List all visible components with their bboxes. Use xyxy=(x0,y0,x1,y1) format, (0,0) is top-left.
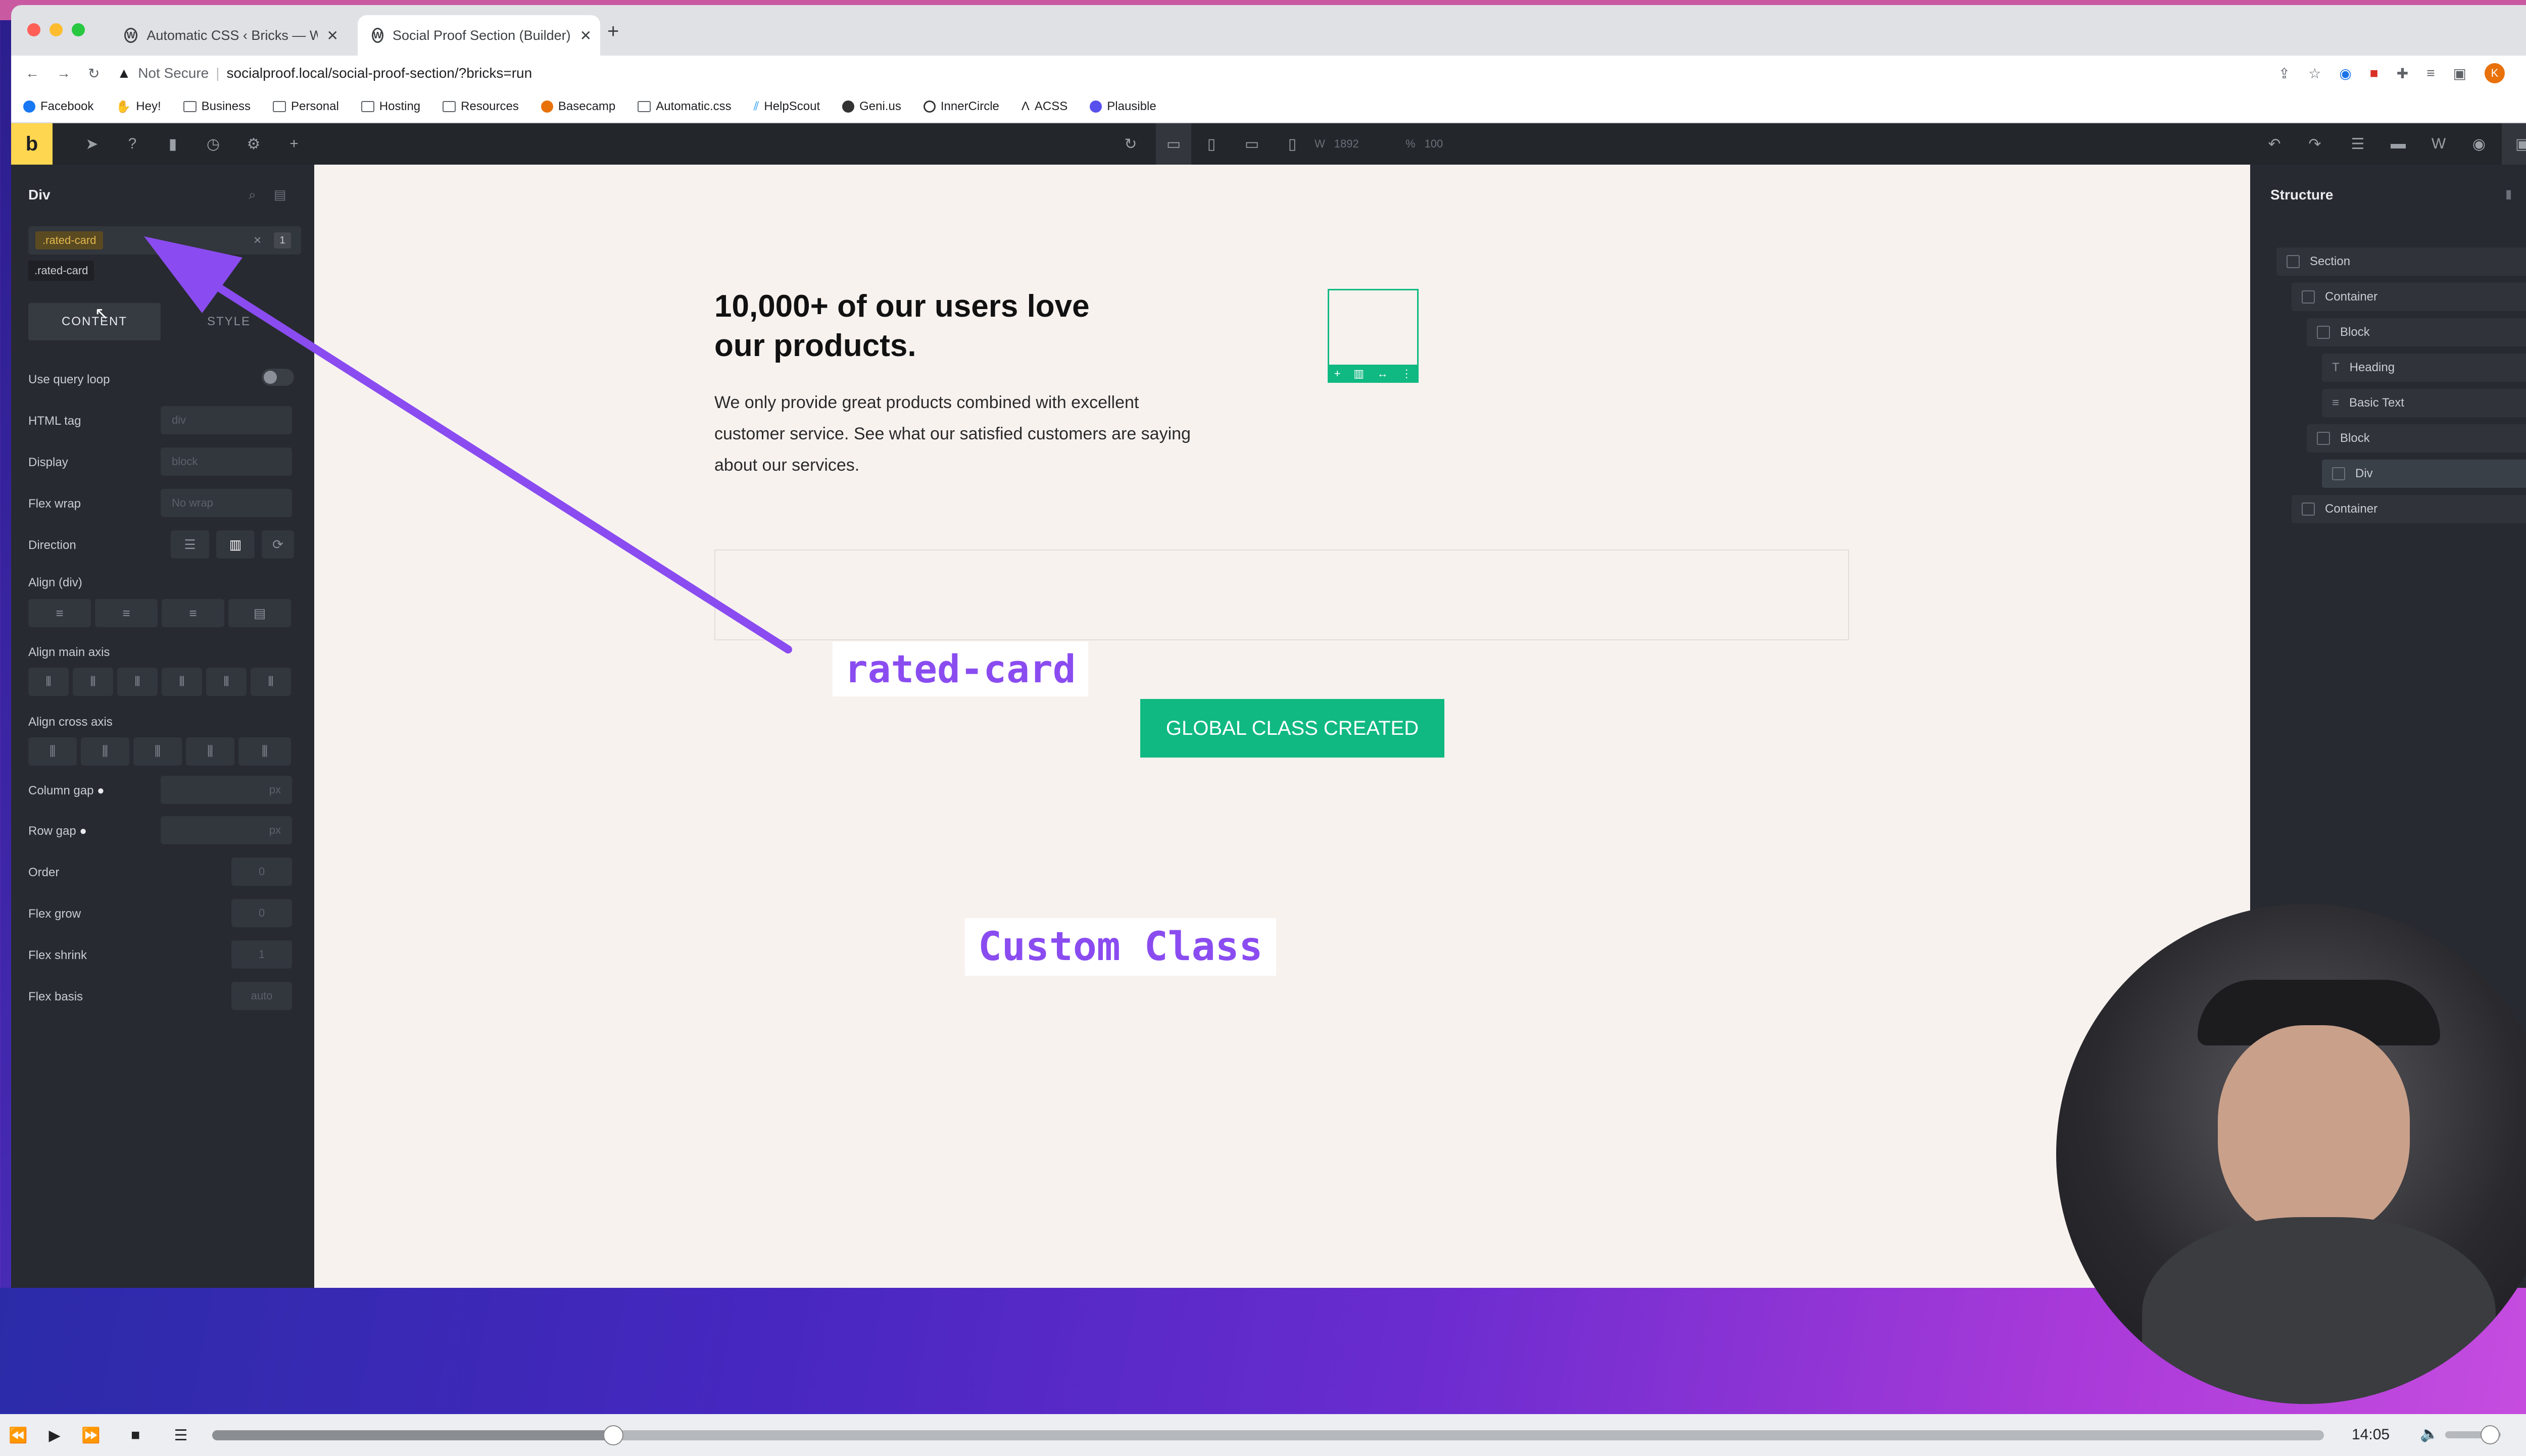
fast-forward-icon[interactable]: ⏩ xyxy=(77,1421,105,1449)
progress-knob[interactable] xyxy=(603,1425,624,1445)
arrow-shaft xyxy=(196,271,792,654)
person-face xyxy=(2218,1025,2410,1237)
volume-knob[interactable] xyxy=(2481,1425,2500,1444)
progress-track[interactable] xyxy=(212,1425,2324,1445)
arrow-head xyxy=(144,236,242,313)
play-icon[interactable]: ▶ xyxy=(40,1421,69,1449)
progress-fill xyxy=(212,1430,614,1440)
person-shirt xyxy=(2142,1217,2496,1404)
playlist-icon[interactable]: ☰ xyxy=(167,1421,195,1449)
volume-icon[interactable]: 🔈 xyxy=(2420,1425,2439,1443)
rewind-icon[interactable]: ⏪ xyxy=(4,1421,32,1449)
volume-slider[interactable] xyxy=(2445,1425,2501,1444)
time-display: 14:05 xyxy=(2352,1426,2390,1443)
video-player-bar: ⏪ ▶ ⏩ ■ ☰ 14:05 🔈 ⤢ xyxy=(0,1414,2526,1456)
stop-icon[interactable]: ■ xyxy=(121,1421,150,1449)
